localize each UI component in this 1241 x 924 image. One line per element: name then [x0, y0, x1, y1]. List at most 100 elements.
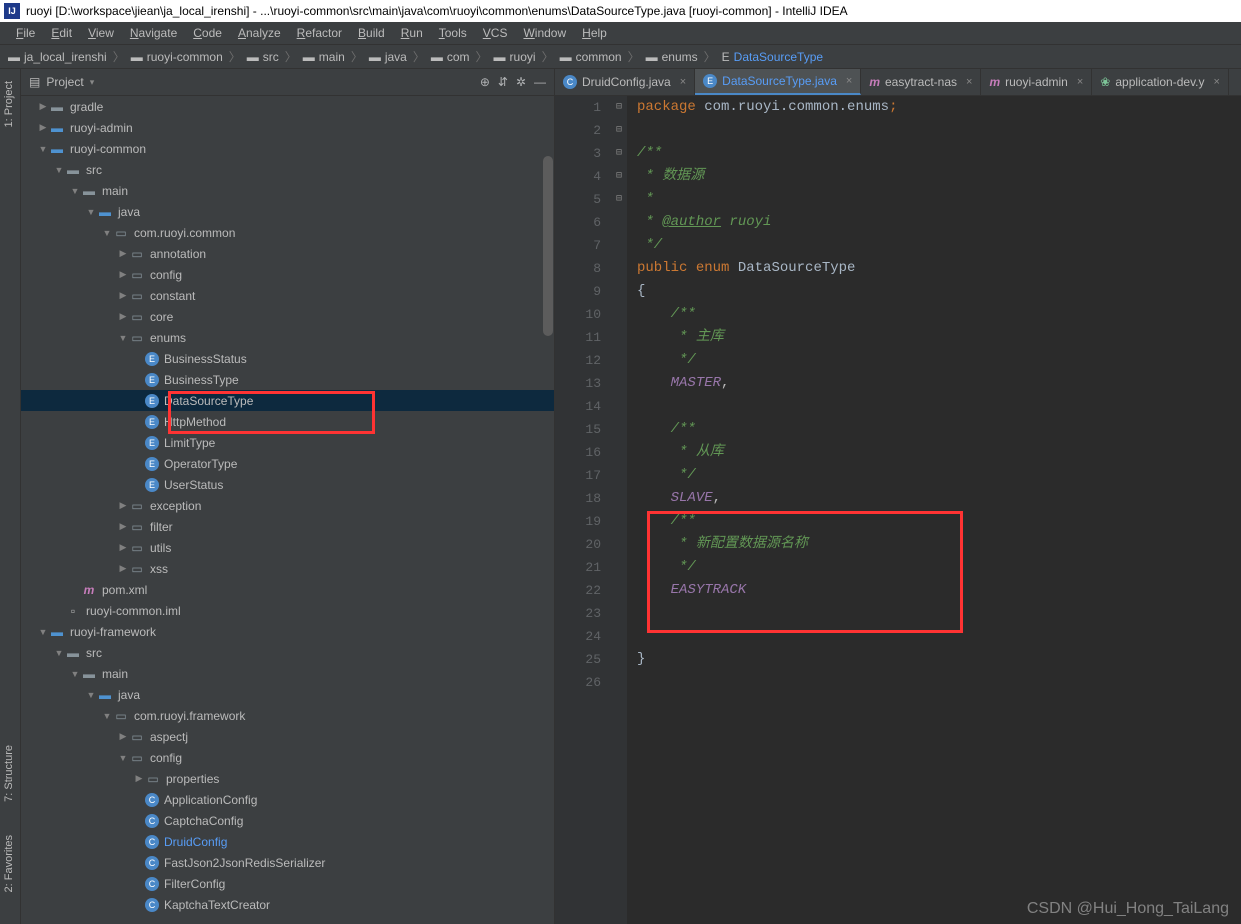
code-line-21[interactable]: */	[637, 556, 1241, 579]
expand-arrow-icon[interactable]: ▶	[37, 122, 49, 133]
code-line-20[interactable]: * 新配置数据源名称	[637, 533, 1241, 556]
code-line-13[interactable]: MASTER,	[637, 372, 1241, 395]
menu-tools[interactable]: Tools	[431, 26, 475, 40]
code-line-15[interactable]: /**	[637, 418, 1241, 441]
tree-item-ruoyi-framework[interactable]: ▼▬ruoyi-framework	[21, 621, 554, 642]
tree-item-datasourcetype[interactable]: EDataSourceType	[21, 390, 554, 411]
expand-arrow-icon[interactable]: ▼	[85, 207, 97, 217]
expand-arrow-icon[interactable]: ▼	[117, 333, 129, 343]
code-line-12[interactable]: */	[637, 349, 1241, 372]
expand-arrow-icon[interactable]: ▶	[133, 773, 145, 784]
project-title[interactable]: Project	[46, 75, 83, 89]
menu-view[interactable]: View	[80, 26, 122, 40]
tree-item-constant[interactable]: ▶▭constant	[21, 285, 554, 306]
code-line-23[interactable]	[637, 602, 1241, 625]
expand-arrow-icon[interactable]: ▼	[69, 186, 81, 196]
code-line-2[interactable]	[637, 119, 1241, 142]
breadcrumb-java[interactable]: ▬java	[369, 50, 407, 64]
tree-item-utils[interactable]: ▶▭utils	[21, 537, 554, 558]
breadcrumb-ruoyi-common[interactable]: ▬ruoyi-common	[131, 50, 223, 64]
editor-tab-ruoyi-admin[interactable]: mruoyi-admin×	[981, 69, 1092, 95]
close-tab-icon[interactable]: ×	[966, 76, 972, 88]
tree-item-src[interactable]: ▼▬src	[21, 642, 554, 663]
tree-item-captchaconfig[interactable]: CCaptchaConfig	[21, 810, 554, 831]
tree-item-xss[interactable]: ▶▭xss	[21, 558, 554, 579]
editor-tab-application-dev-y[interactable]: ❀application-dev.y×	[1092, 69, 1229, 95]
code-line-22[interactable]: EASYTRACK	[637, 579, 1241, 602]
editor-tab-druidconfig-java[interactable]: CDruidConfig.java×	[555, 69, 695, 95]
breadcrumb-ja_local_irenshi[interactable]: ▬ja_local_irenshi	[8, 50, 107, 64]
tree-item-com-ruoyi-common[interactable]: ▼▭com.ruoyi.common	[21, 222, 554, 243]
hide-icon[interactable]: —	[534, 75, 546, 89]
code-line-11[interactable]: * 主库	[637, 326, 1241, 349]
breadcrumb-datasourcetype[interactable]: EDataSourceType	[722, 50, 823, 64]
tree-item-enums[interactable]: ▼▭enums	[21, 327, 554, 348]
tree-item-annotation[interactable]: ▶▭annotation	[21, 243, 554, 264]
expand-arrow-icon[interactable]: ▶	[117, 731, 129, 742]
tree-item-ruoyi-common[interactable]: ▼▬ruoyi-common	[21, 138, 554, 159]
editor-tab-easytract-nas[interactable]: measytract-nas×	[861, 69, 981, 95]
breadcrumb-com[interactable]: ▬com	[431, 50, 470, 64]
tree-item-druidconfig[interactable]: CDruidConfig	[21, 831, 554, 852]
tree-item-src[interactable]: ▼▬src	[21, 159, 554, 180]
expand-arrow-icon[interactable]: ▼	[101, 711, 113, 721]
code-line-18[interactable]: SLAVE,	[637, 487, 1241, 510]
tree-item-userstatus[interactable]: EUserStatus	[21, 474, 554, 495]
tree-item-exception[interactable]: ▶▭exception	[21, 495, 554, 516]
side-tab-favorites[interactable]: 2: Favorites	[3, 835, 15, 892]
settings-gear-icon[interactable]: ✲	[516, 75, 526, 89]
fold-column[interactable]: ⊟⊟⊟⊟⊟	[611, 96, 627, 924]
tree-item-filter[interactable]: ▶▭filter	[21, 516, 554, 537]
menu-analyze[interactable]: Analyze	[230, 26, 289, 40]
code-line-17[interactable]: */	[637, 464, 1241, 487]
tree-item-fastjson2jsonredisserializer[interactable]: CFastJson2JsonRedisSerializer	[21, 852, 554, 873]
code-line-24[interactable]	[637, 625, 1241, 648]
expand-arrow-icon[interactable]: ▼	[117, 753, 129, 763]
collapse-all-icon[interactable]: ⇵	[498, 75, 508, 89]
tree-item-businessstatus[interactable]: EBusinessStatus	[21, 348, 554, 369]
code-line-9[interactable]: {	[637, 280, 1241, 303]
tree-scrollbar[interactable]	[542, 96, 554, 924]
expand-arrow-icon[interactable]: ▼	[53, 165, 65, 175]
menu-run[interactable]: Run	[393, 26, 431, 40]
code-line-19[interactable]: /**	[637, 510, 1241, 533]
menu-navigate[interactable]: Navigate	[122, 26, 185, 40]
close-tab-icon[interactable]: ×	[1214, 76, 1220, 88]
editor-tab-datasourcetype-java[interactable]: EDataSourceType.java×	[695, 69, 861, 95]
tree-item-java[interactable]: ▼▬java	[21, 201, 554, 222]
tree-item-java[interactable]: ▼▬java	[21, 684, 554, 705]
breadcrumb-ruoyi[interactable]: ▬ruoyi	[494, 50, 536, 64]
code-line-4[interactable]: * 数据源	[637, 165, 1241, 188]
side-tab-structure[interactable]: 7: Structure	[3, 745, 15, 802]
tree-item-businesstype[interactable]: EBusinessType	[21, 369, 554, 390]
fold-marker[interactable]: ⊟	[611, 96, 627, 119]
menu-build[interactable]: Build	[350, 26, 393, 40]
expand-arrow-icon[interactable]: ▶	[117, 248, 129, 259]
fold-marker[interactable]: ⊟	[611, 142, 627, 165]
code-line-8[interactable]: public enum DataSourceType	[637, 257, 1241, 280]
expand-arrow-icon[interactable]: ▼	[69, 669, 81, 679]
tree-item-core[interactable]: ▶▭core	[21, 306, 554, 327]
tree-item-aspectj[interactable]: ▶▭aspectj	[21, 726, 554, 747]
fold-marker[interactable]: ⊟	[611, 119, 627, 142]
tree-item-gradle[interactable]: ▶▬gradle	[21, 96, 554, 117]
close-tab-icon[interactable]: ×	[680, 76, 686, 88]
expand-arrow-icon[interactable]: ▶	[117, 311, 129, 322]
code-line-16[interactable]: * 从库	[637, 441, 1241, 464]
breadcrumb-main[interactable]: ▬main	[303, 50, 345, 64]
menu-file[interactable]: File	[8, 26, 43, 40]
expand-arrow-icon[interactable]: ▼	[85, 690, 97, 700]
menu-edit[interactable]: Edit	[43, 26, 80, 40]
close-tab-icon[interactable]: ×	[1077, 76, 1083, 88]
code-line-1[interactable]: package com.ruoyi.common.enums;	[637, 96, 1241, 119]
expand-arrow-icon[interactable]: ▼	[37, 627, 49, 637]
menu-refactor[interactable]: Refactor	[289, 26, 350, 40]
locate-icon[interactable]: ⊕	[480, 75, 490, 89]
expand-arrow-icon[interactable]: ▼	[37, 144, 49, 154]
code-line-5[interactable]: *	[637, 188, 1241, 211]
dropdown-arrow-icon[interactable]: ▾	[90, 77, 95, 88]
tree-item-limittype[interactable]: ELimitType	[21, 432, 554, 453]
expand-arrow-icon[interactable]: ▼	[101, 228, 113, 238]
expand-arrow-icon[interactable]: ▶	[117, 500, 129, 511]
tree-item-filterconfig[interactable]: CFilterConfig	[21, 873, 554, 894]
